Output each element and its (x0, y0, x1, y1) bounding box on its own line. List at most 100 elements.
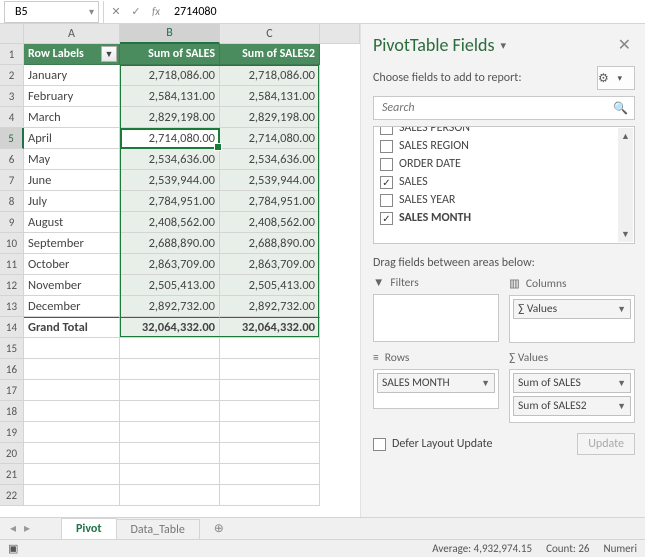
row-header[interactable]: 14 (0, 317, 24, 338)
record-macro-icon[interactable]: ▣ (8, 542, 18, 555)
checkbox[interactable] (380, 126, 393, 135)
select-all-corner[interactable] (0, 24, 24, 43)
empty-cell[interactable] (24, 359, 120, 380)
tab-nav-prev-icon[interactable]: ◂ (6, 521, 20, 536)
cell-c4[interactable]: 2,829,198.00 (220, 107, 320, 128)
cell-b11[interactable]: 2,863,709.00 (120, 254, 220, 275)
row-header[interactable]: 21 (0, 464, 24, 485)
row-header[interactable]: 13 (0, 296, 24, 317)
close-icon[interactable]: ✕ (614, 35, 635, 55)
row-label[interactable]: January (24, 65, 120, 86)
empty-cell[interactable] (220, 359, 320, 380)
chevron-down-icon[interactable]: ▾ (89, 5, 94, 18)
cell-c9[interactable]: 2,408,562.00 (220, 212, 320, 233)
cell-b12[interactable]: 2,505,413.00 (120, 275, 220, 296)
cell-c7[interactable]: 2,539,944.00 (220, 170, 320, 191)
row-header[interactable]: 4 (0, 107, 24, 128)
tab-nav-next-icon[interactable]: ▸ (20, 521, 34, 536)
row-label[interactable]: August (24, 212, 120, 233)
empty-cell[interactable] (24, 401, 120, 422)
empty-cell[interactable] (24, 485, 120, 506)
row-header[interactable]: 5 (0, 128, 24, 149)
cell-b8[interactable]: 2,784,951.00 (120, 191, 220, 212)
row-header[interactable]: 15 (0, 338, 24, 359)
checkbox[interactable]: ✓ (380, 176, 393, 189)
row-header[interactable]: 20 (0, 443, 24, 464)
cell-b2[interactable]: 2,718,086.00 (120, 65, 220, 86)
chevron-down-icon[interactable]: ▼ (617, 401, 626, 412)
row-header[interactable]: 8 (0, 191, 24, 212)
cell-c5[interactable]: 2,714,080.00 (220, 128, 320, 149)
sheet-tab-pivot[interactable]: Pivot (61, 518, 117, 541)
row-label[interactable]: December (24, 296, 120, 317)
column-header-B[interactable]: B (120, 24, 220, 44)
empty-cell[interactable] (120, 380, 220, 401)
row-header[interactable]: 10 (0, 233, 24, 254)
fx-icon[interactable]: fx (146, 5, 166, 18)
row-labels-header[interactable]: Row Labels ▼ (24, 44, 120, 65)
cell-c13[interactable]: 2,892,732.00 (220, 296, 320, 317)
row-header[interactable]: 19 (0, 422, 24, 443)
field-item-sales-region[interactable]: SALES REGION (374, 137, 634, 155)
field-item-sales-year[interactable]: SALES YEAR (374, 191, 634, 209)
scroll-track[interactable] (618, 144, 633, 226)
empty-cell[interactable] (120, 422, 220, 443)
row-header[interactable]: 1 (0, 44, 24, 65)
cell-b9[interactable]: 2,408,562.00 (120, 212, 220, 233)
field-list[interactable]: SALES PERSONSALES REGIONORDER DATE✓SALES… (373, 126, 635, 244)
row-header[interactable]: 11 (0, 254, 24, 275)
checkbox[interactable]: ✓ (380, 212, 393, 225)
row-header[interactable]: 16 (0, 359, 24, 380)
row-header[interactable]: 18 (0, 401, 24, 422)
name-box[interactable]: ▾ (4, 1, 99, 23)
row-label[interactable]: March (24, 107, 120, 128)
row-header[interactable]: 2 (0, 65, 24, 86)
empty-cell[interactable] (120, 338, 220, 359)
cancel-icon[interactable]: ✕ (106, 5, 126, 18)
cell-c11[interactable]: 2,863,709.00 (220, 254, 320, 275)
cell-c3[interactable]: 2,584,131.00 (220, 86, 320, 107)
spreadsheet-grid[interactable]: A B C 1 Row Labels ▼ Sum of SALES Sum of… (0, 24, 360, 524)
cell-b10[interactable]: 2,688,890.00 (120, 233, 220, 254)
cell-b13[interactable]: 2,892,732.00 (120, 296, 220, 317)
row-label[interactable]: May (24, 149, 120, 170)
empty-cell[interactable] (220, 443, 320, 464)
values-pill-sumsales[interactable]: Sum of SALES ▼ (513, 373, 631, 393)
chevron-down-icon[interactable]: ▾ (501, 39, 507, 52)
filters-dropzone[interactable] (373, 294, 499, 342)
panel-settings-button[interactable]: ⚙ ▾ (597, 66, 635, 90)
enter-icon[interactable]: ✓ (126, 5, 146, 18)
cell-reference-input[interactable] (13, 4, 73, 20)
empty-cell[interactable] (24, 443, 120, 464)
update-button[interactable]: Update (577, 433, 635, 455)
field-item-sales-month[interactable]: ✓SALES MONTH (374, 209, 634, 227)
cell-c2[interactable]: 2,718,086.00 (220, 65, 320, 86)
cell-b5[interactable]: 2,714,080.00 (120, 128, 220, 149)
empty-cell[interactable] (24, 338, 120, 359)
values-dropzone[interactable]: Sum of SALES ▼ Sum of SALES2 ▼ (509, 369, 635, 423)
field-item-sales-person[interactable]: SALES PERSON (374, 126, 634, 137)
field-search[interactable]: 🔍 (373, 96, 635, 120)
row-label[interactable]: July (24, 191, 120, 212)
search-input[interactable] (380, 100, 613, 116)
scroll-up-icon[interactable]: ▲ (618, 128, 633, 144)
empty-cell[interactable] (24, 422, 120, 443)
columns-pill-values[interactable]: ∑ Values ▼ (513, 299, 631, 319)
empty-cell[interactable] (120, 485, 220, 506)
empty-cell[interactable] (220, 464, 320, 485)
checkbox[interactable] (380, 158, 393, 171)
empty-cell[interactable] (120, 401, 220, 422)
rows-pill-salesmonth[interactable]: SALES MONTH ▼ (377, 373, 495, 393)
row-header[interactable]: 12 (0, 275, 24, 296)
row-label[interactable]: June (24, 170, 120, 191)
columns-dropzone[interactable]: ∑ Values ▼ (509, 295, 635, 343)
field-item-sales[interactable]: ✓SALES (374, 173, 634, 191)
empty-cell[interactable] (24, 380, 120, 401)
cell-b3[interactable]: 2,584,131.00 (120, 86, 220, 107)
empty-cell[interactable] (220, 422, 320, 443)
empty-cell[interactable] (120, 359, 220, 380)
row-header[interactable]: 17 (0, 380, 24, 401)
chevron-down-icon[interactable]: ▼ (481, 378, 490, 389)
cell-c8[interactable]: 2,784,951.00 (220, 191, 320, 212)
empty-cell[interactable] (220, 380, 320, 401)
